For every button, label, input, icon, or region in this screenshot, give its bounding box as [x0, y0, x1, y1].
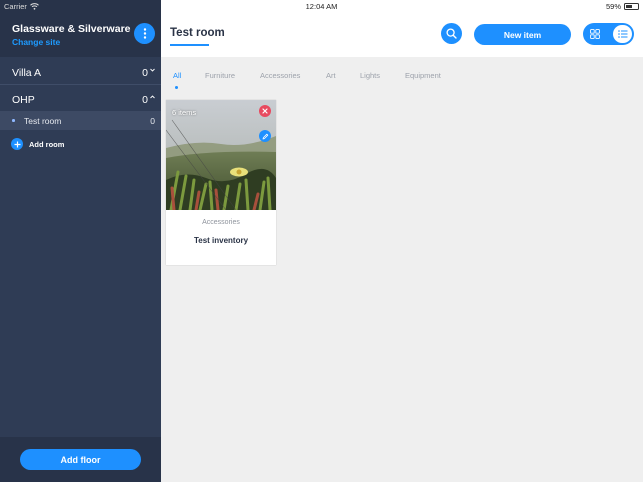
tab-art[interactable]: Art — [326, 71, 336, 80]
item-photo: 6 items — [166, 100, 276, 210]
battery-icon — [624, 3, 639, 10]
item-name: Test inventory — [193, 236, 249, 245]
list-view-button[interactable] — [613, 25, 632, 43]
list-icon — [617, 30, 627, 38]
page-title: Test room — [170, 27, 225, 39]
site-menu-button[interactable] — [134, 23, 155, 44]
sidebar: Glassware & Silverware Change site Villa… — [0, 0, 161, 482]
active-tab-indicator — [175, 86, 178, 89]
change-site-link[interactable]: Change site — [12, 37, 60, 47]
chevron-down-icon — [150, 68, 155, 72]
room-bullet — [12, 119, 15, 122]
new-item-button[interactable]: New item — [474, 24, 571, 45]
sidebar-footer: Add floor — [0, 437, 161, 482]
divider — [0, 84, 161, 85]
view-toggle — [583, 23, 634, 45]
close-icon — [262, 108, 268, 114]
battery-indicator: 59% — [606, 2, 639, 11]
item-card[interactable]: 6 items Accessories Test inventory — [166, 100, 276, 265]
tab-all[interactable]: All — [173, 71, 181, 80]
edit-item-button[interactable] — [259, 130, 271, 142]
floor-name: OHP — [12, 94, 35, 106]
tab-accessories[interactable]: Accessories — [260, 71, 300, 80]
room-item-test-room[interactable]: Test room 0 — [0, 111, 161, 130]
tab-lights[interactable]: Lights — [360, 71, 380, 80]
add-room-button[interactable]: Add room — [11, 138, 64, 150]
floor-name: Villa A — [12, 67, 41, 79]
search-button[interactable] — [441, 23, 462, 44]
tab-furniture[interactable]: Furniture — [205, 71, 235, 80]
clock: 12:04 AM — [305, 2, 338, 11]
title-underline — [170, 44, 209, 46]
floor-count: 0 — [142, 67, 148, 79]
search-icon — [446, 28, 457, 39]
status-bar: Carrier 12:04 AM 59% — [0, 0, 643, 12]
battery-percent: 59% — [605, 2, 621, 11]
room-name: Test room — [24, 116, 62, 126]
category-tabs: All Furniture Accessories Art Lights Equ… — [161, 57, 643, 90]
floor-count: 0 — [142, 94, 148, 106]
plus-icon — [11, 138, 23, 150]
add-room-label: Add room — [29, 139, 65, 149]
pencil-icon — [262, 133, 268, 139]
delete-item-button[interactable] — [259, 105, 271, 117]
site-name: Glassware & Silverware — [12, 23, 131, 35]
chevron-up-icon — [150, 95, 155, 99]
floor-item-ohp[interactable]: OHP 0 — [0, 87, 161, 113]
more-vertical-icon — [143, 28, 146, 39]
grid-view-button[interactable] — [585, 25, 604, 43]
room-count: 0 — [150, 116, 155, 126]
battery-level — [626, 5, 633, 8]
grid-icon — [589, 29, 600, 39]
item-count-label: 6 items — [172, 108, 197, 117]
tab-equipment[interactable]: Equipment — [405, 71, 441, 80]
add-floor-button[interactable]: Add floor — [20, 449, 141, 470]
floor-item-villa-a[interactable]: Villa A 0 — [0, 60, 161, 86]
item-category: Accessories — [202, 219, 240, 226]
